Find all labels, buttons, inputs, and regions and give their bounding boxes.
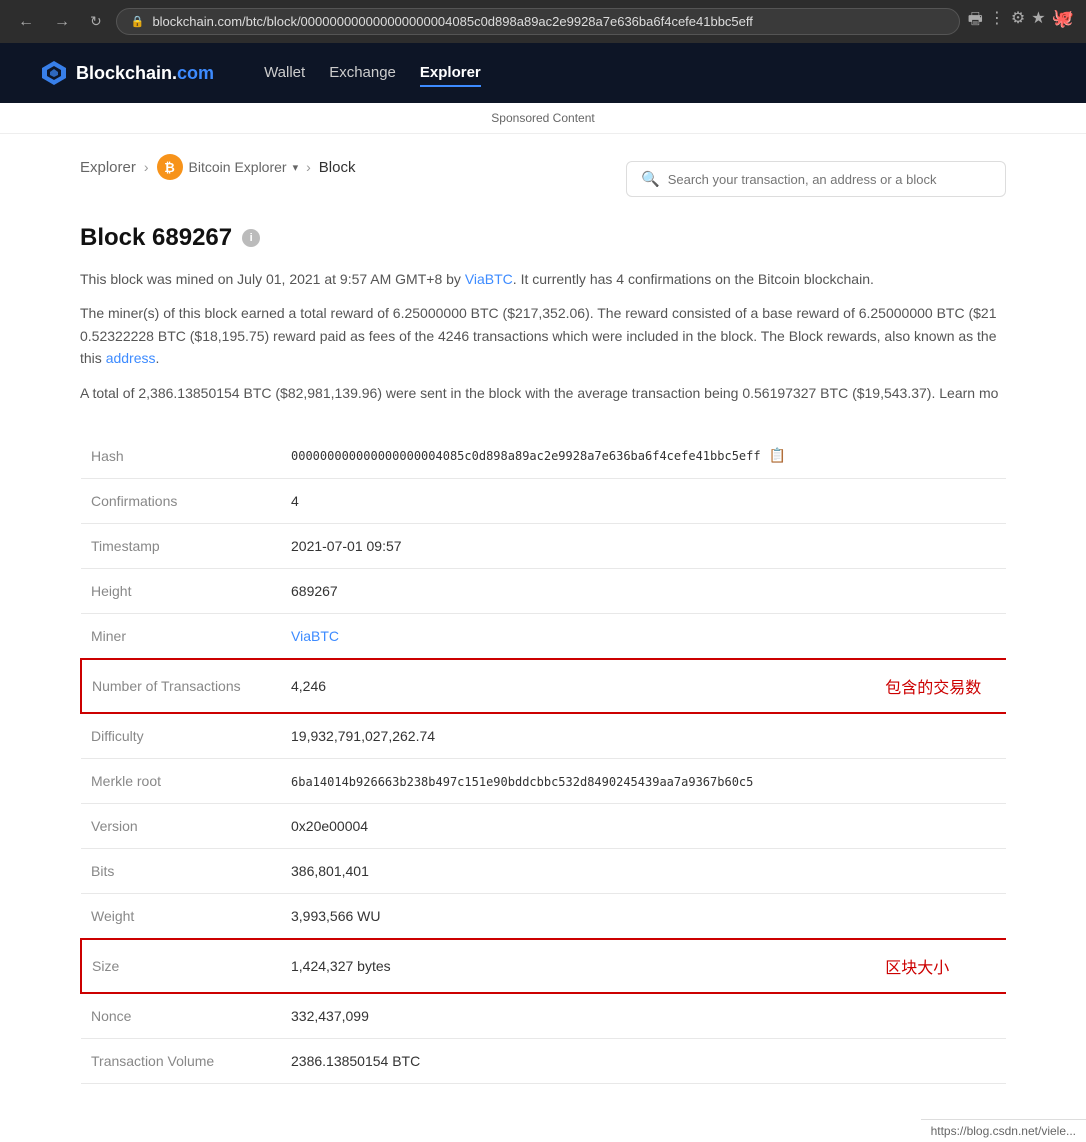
table-row: Transaction Volume2386.13850154 BTC: [81, 1038, 1006, 1083]
table-cell-value: 2021-07-01 09:57: [281, 523, 849, 568]
breadcrumb-explorer[interactable]: Explorer: [80, 159, 136, 176]
address-link[interactable]: address: [106, 350, 156, 366]
table-cell-value: 6ba14014b926663b238b497c151e90bddcbbc532…: [281, 758, 849, 803]
table-cell-label: Nonce: [81, 993, 281, 1039]
url-text: blockchain.com/btc/block/000000000000000…: [152, 14, 752, 29]
address-bar[interactable]: 🔒 blockchain.com/btc/block/0000000000000…: [116, 8, 960, 35]
breadcrumb: Explorer › ₿ Bitcoin Explorer ▾ › Block: [80, 154, 355, 180]
table-row: Nonce332,437,099: [81, 993, 1006, 1039]
browser-chrome: ← → ↻ 🔒 blockchain.com/btc/block/0000000…: [0, 0, 1086, 43]
nav-wallet[interactable]: Wallet: [264, 60, 305, 87]
table-row: Difficulty19,932,791,027,262.74: [81, 713, 1006, 759]
table-cell-label: Size: [81, 939, 281, 993]
table-cell-value: ViaBTC: [281, 613, 849, 659]
footer-link-bar: https://blog.csdn.net/viele...: [921, 1119, 1086, 1142]
puzzle-icon[interactable]: ⚙: [1011, 8, 1025, 35]
table-cell-label: Timestamp: [81, 523, 281, 568]
forward-button[interactable]: →: [48, 11, 76, 33]
table-cell-label: Version: [81, 803, 281, 848]
copy-icon[interactable]: 📋: [769, 448, 786, 464]
blockchain-icon: [40, 59, 68, 87]
top-navigation: Blockchain.com Wallet Exchange Explorer: [0, 43, 1086, 103]
table-row: Version0x20e00004: [81, 803, 1006, 848]
table-cell-label: Hash: [81, 434, 281, 479]
table-cell-value: 3,993,566 WU: [281, 893, 849, 939]
table-cell-label: Transaction Volume: [81, 1038, 281, 1083]
annotation-cell: 包含的交易数: [849, 659, 1006, 713]
annotation-zh: 包含的交易数: [885, 680, 981, 697]
nav-exchange[interactable]: Exchange: [329, 60, 396, 87]
table-cell-label: Number of Transactions: [81, 659, 281, 713]
search-input[interactable]: [668, 172, 991, 187]
desc-paragraph-3: A total of 2,386.13850154 BTC ($82,981,1…: [80, 382, 1006, 404]
annotation-zh: 区块大小: [885, 960, 949, 977]
table-cell-value: 4,246: [281, 659, 849, 713]
browser-toolbar: 🖶 ⋮ ⚙ ★ 🐙: [968, 8, 1074, 35]
table-cell-value: 1,424,327 bytes: [281, 939, 849, 993]
desc-paragraph-2: The miner(s) of this block earned a tota…: [80, 302, 1006, 369]
info-icon[interactable]: i: [242, 229, 260, 247]
page-title: Block 689267: [80, 224, 232, 252]
brand-name: Blockchain.com: [76, 63, 214, 84]
table-row: Merkle root 6ba14014b926663b238b497c151e9…: [81, 758, 1006, 803]
star-icon[interactable]: ★: [1031, 8, 1045, 35]
table-cell-value: 19,932,791,027,262.74: [281, 713, 849, 759]
table-row: Height689267: [81, 568, 1006, 613]
table-row: Timestamp2021-07-01 09:57: [81, 523, 1006, 568]
breadcrumb-sep-1: ›: [144, 159, 149, 175]
grid-icon[interactable]: ⋮: [989, 8, 1005, 35]
table-row: Size1,424,327 bytes 区块大小: [81, 939, 1006, 993]
search-bar[interactable]: 🔍: [626, 161, 1006, 197]
table-row: Bits386,801,401: [81, 848, 1006, 893]
table-cell-label: Merkle root: [81, 758, 281, 803]
breadcrumb-bitcoin-explorer[interactable]: ₿ Bitcoin Explorer ▾: [157, 154, 299, 180]
miner-link-desc[interactable]: ViaBTC: [465, 271, 513, 287]
nav-explorer[interactable]: Explorer: [420, 60, 481, 87]
desc-paragraph-1: This block was mined on July 01, 2021 at…: [80, 268, 1006, 290]
annotation-cell: 区块大小: [849, 939, 1006, 993]
dropdown-arrow-icon: ▾: [293, 161, 299, 174]
table-cell-label: Weight: [81, 893, 281, 939]
merkle-root-value: 6ba14014b926663b238b497c151e90bddcbbc532…: [291, 775, 753, 789]
block-title: Block 689267 i: [80, 224, 1006, 252]
nav-links: Wallet Exchange Explorer: [264, 60, 481, 87]
table-row: Miner ViaBTC: [81, 613, 1006, 659]
table-cell-value: 4: [281, 478, 849, 523]
miner-link[interactable]: ViaBTC: [291, 628, 339, 644]
profile-emoji[interactable]: 🐙: [1052, 8, 1074, 35]
hash-value: 000000000000000000004085c0d898a89ac2e992…: [291, 448, 839, 464]
table-cell-value: 0x20e00004: [281, 803, 849, 848]
table-cell-value: 386,801,401: [281, 848, 849, 893]
back-button[interactable]: ←: [12, 11, 40, 33]
search-icon: 🔍: [641, 170, 660, 188]
refresh-button[interactable]: ↻: [84, 11, 108, 32]
monitor-icon[interactable]: 🖶: [968, 8, 983, 35]
table-cell-label: Bits: [81, 848, 281, 893]
sponsored-bar: Sponsored Content: [0, 103, 1086, 134]
table-row: Number of Transactions4,246 包含的交易数: [81, 659, 1006, 713]
table-cell-value: 332,437,099: [281, 993, 849, 1039]
table-cell-value: 689267: [281, 568, 849, 613]
table-row: Hash 000000000000000000004085c0d898a89ac2…: [81, 434, 1006, 479]
breadcrumb-block: Block: [319, 159, 356, 176]
table-cell-label: Height: [81, 568, 281, 613]
table-cell-label: Difficulty: [81, 713, 281, 759]
main-content: Explorer › ₿ Bitcoin Explorer ▾ › Block …: [0, 134, 1086, 1124]
table-cell-label: Miner: [81, 613, 281, 659]
breadcrumb-sep-2: ›: [306, 159, 311, 175]
brand-logo[interactable]: Blockchain.com: [40, 59, 214, 87]
btc-icon: ₿: [157, 154, 183, 180]
table-cell-value: 2386.13850154 BTC: [281, 1038, 849, 1083]
table-cell-label: Confirmations: [81, 478, 281, 523]
table-row: Confirmations4: [81, 478, 1006, 523]
lock-icon: 🔒: [131, 15, 145, 28]
block-data-table: Hash 000000000000000000004085c0d898a89ac2…: [80, 434, 1006, 1084]
table-cell-value: 000000000000000000004085c0d898a89ac2e992…: [281, 434, 849, 479]
table-row: Weight3,993,566 WU: [81, 893, 1006, 939]
